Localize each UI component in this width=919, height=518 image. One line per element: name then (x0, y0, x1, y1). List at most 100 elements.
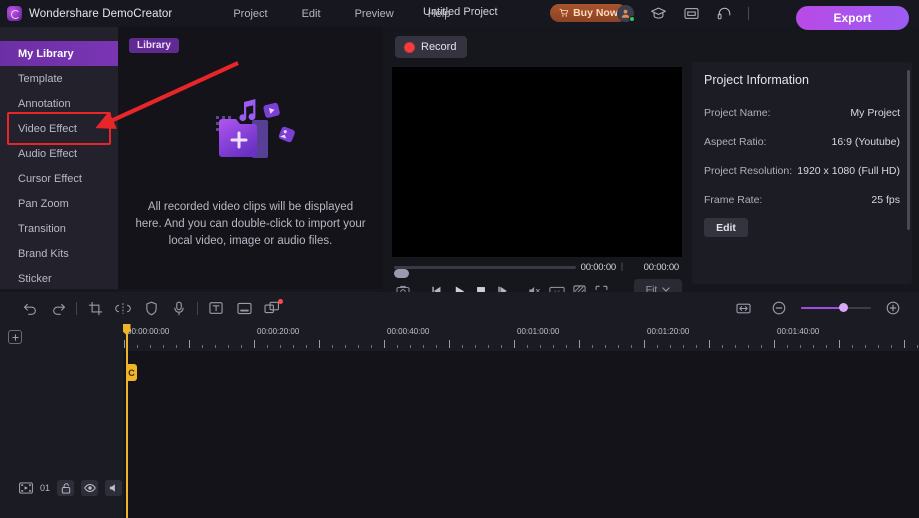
sidebar-item-transition[interactable]: Transition (0, 216, 118, 241)
ruler-tick-major (189, 340, 190, 348)
zoom-out-icon[interactable] (765, 296, 793, 320)
ruler-tick-minor (267, 345, 268, 348)
caption-icon[interactable] (230, 296, 258, 320)
sidebar-item-label: Transition (18, 222, 66, 235)
sidebar-item-video-effect[interactable]: Video Effect (0, 116, 118, 141)
shield-icon[interactable] (137, 296, 165, 320)
speaker-icon[interactable] (105, 480, 123, 496)
video-preview-stage[interactable] (392, 67, 682, 257)
track-controls: 01 (18, 480, 123, 496)
ruler-tick-major (774, 340, 775, 348)
playhead[interactable]: C (122, 324, 137, 518)
sidebar-item-annotation[interactable]: Annotation (0, 91, 118, 116)
record-button[interactable]: Record (395, 36, 468, 58)
ruler-tick-minor (696, 345, 697, 348)
title-bar: Wondershare DemoCreator Project Edit Pre… (0, 0, 919, 27)
ruler-tick-major (839, 340, 840, 348)
ruler-tick-minor (748, 345, 749, 348)
ruler-tick-minor (228, 345, 229, 348)
ruler-tick-minor (501, 345, 502, 348)
sidebar-item-brand-kits[interactable]: Brand Kits (0, 241, 118, 266)
record-label: Record (421, 41, 457, 53)
playhead-marker[interactable]: C (126, 364, 137, 381)
academy-icon[interactable] (649, 4, 667, 22)
eye-icon[interactable] (81, 480, 99, 496)
menu-item-project[interactable]: Project (216, 4, 284, 24)
support-icon[interactable] (715, 4, 733, 22)
info-key: Project Resolution: (704, 165, 793, 177)
inbox-icon[interactable] (682, 4, 700, 22)
export-button[interactable]: Export (796, 6, 909, 30)
edit-project-button[interactable]: Edit (704, 218, 748, 237)
split-icon[interactable] (109, 296, 137, 320)
sidebar-item-cursor-effect[interactable]: Cursor Effect (0, 166, 118, 191)
crop-icon[interactable] (81, 296, 109, 320)
new-feature-badge (278, 299, 283, 304)
scrubber-handle[interactable] (394, 269, 409, 278)
menu-item-preview[interactable]: Preview (338, 4, 411, 24)
import-media-illustration[interactable] (118, 89, 383, 169)
ruler-tick-minor (306, 345, 307, 348)
sidebar-item-pan-zoom[interactable]: Pan Zoom (0, 191, 118, 216)
sidebar-item-label: Annotation (18, 97, 71, 110)
ruler-tick-minor (631, 345, 632, 348)
info-scrollbar[interactable] (907, 70, 910, 230)
ruler-tick-minor (488, 345, 489, 348)
undo-icon[interactable] (16, 296, 44, 320)
sidebar-item-my-library[interactable]: My Library (0, 41, 118, 66)
total-timecode: 00:00:00 (643, 262, 680, 273)
ruler-tick-minor (657, 345, 658, 348)
ruler-tick-minor (410, 345, 411, 348)
scrub-row: 00:00:00 | 00:00:00 (392, 259, 682, 278)
sidebar-item-template[interactable]: Template (0, 66, 118, 91)
ruler-tick-major (449, 340, 450, 348)
ruler-tick-minor (176, 345, 177, 348)
record-dot-icon (404, 41, 415, 53)
online-status-dot (628, 15, 635, 22)
cart-icon (559, 8, 569, 17)
ruler-ticks (124, 339, 919, 348)
library-empty-message: All recorded video clips will be display… (135, 201, 366, 247)
ruler-tick-minor (202, 345, 203, 348)
ruler-tick-minor (371, 345, 372, 348)
ruler-tick-minor (865, 345, 866, 348)
text-icon[interactable] (202, 296, 230, 320)
ruler-tick-major (709, 340, 710, 348)
fit-timeline-icon[interactable] (729, 296, 757, 320)
ruler-tick-minor (553, 345, 554, 348)
buy-now-label: Buy Now (573, 7, 618, 19)
app-logo-icon (7, 6, 22, 21)
timeline-ruler[interactable]: 00:00:00:00 00:00:20:00 00:00:40:00 00:0… (124, 324, 919, 351)
ruler-tick-minor (332, 345, 333, 348)
account-icon[interactable] (616, 4, 635, 22)
ruler-tick-minor (241, 345, 242, 348)
sidebar-item-label: Audio Effect (18, 147, 78, 160)
info-value: 25 fps (871, 194, 900, 206)
info-row-frame-rate: Frame Rate: 25 fps (704, 193, 900, 207)
ruler-tick-minor (813, 345, 814, 348)
unlock-icon[interactable] (57, 480, 75, 496)
zoom-slider-handle[interactable] (839, 303, 848, 313)
sidebar-item-label: Template (18, 72, 63, 85)
ruler-tick-minor (670, 345, 671, 348)
zoom-in-icon[interactable] (879, 296, 907, 320)
add-track-icon[interactable] (8, 330, 22, 344)
ruler-label: 00:01:20:00 (647, 327, 690, 336)
microphone-icon[interactable] (165, 296, 193, 320)
library-panel[interactable]: Library All recorded video clips will be… (118, 27, 383, 289)
sidebar-item-label: Cursor Effect (18, 172, 82, 185)
ruler-tick-minor (618, 345, 619, 348)
info-row-aspect-ratio: Aspect Ratio: 16:9 (Youtube) (704, 135, 900, 149)
timeline-zoom-slider[interactable] (801, 303, 871, 313)
menu-item-edit[interactable]: Edit (285, 4, 338, 24)
screen-layout-icon[interactable] (258, 296, 286, 320)
ruler-label: 00:00:40:00 (387, 327, 430, 336)
library-tab[interactable]: Library (129, 38, 179, 53)
preview-panel: Record 00:00:00 | 00:00:00 Fit (385, 27, 687, 300)
redo-icon[interactable] (44, 296, 72, 320)
sidebar-item-sticker[interactable]: Sticker (0, 266, 118, 291)
sidebar-item-audio-effect[interactable]: Audio Effect (0, 141, 118, 166)
ruler-tick-minor (293, 345, 294, 348)
playback-scrubber[interactable] (394, 266, 576, 278)
toolbar-divider (76, 301, 77, 315)
